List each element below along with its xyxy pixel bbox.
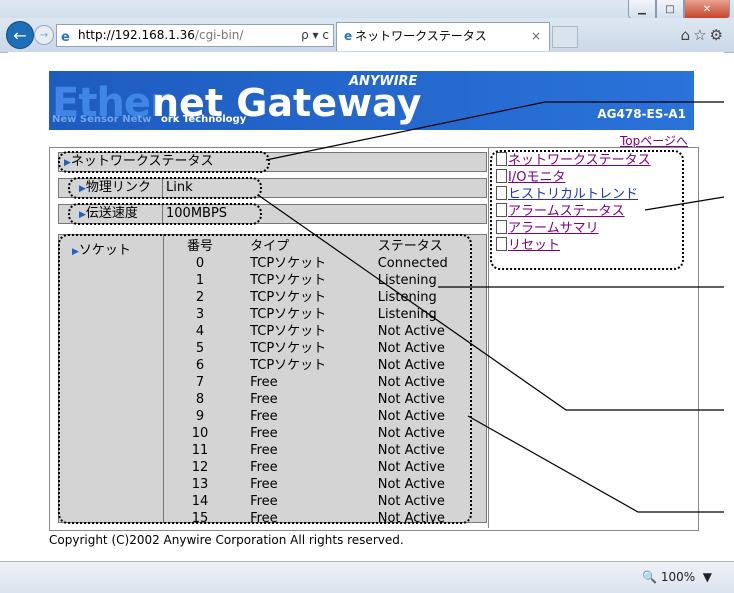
back-arrow-icon: ← xyxy=(13,25,27,45)
minimize-button[interactable]: ▁ xyxy=(628,0,656,19)
zoom-level: 100% xyxy=(660,570,696,584)
toolbar-icons: ⌂☆⚙ xyxy=(681,26,726,44)
callout-lines xyxy=(257,101,724,513)
window-controls: ▁ □ ✕ xyxy=(628,0,730,19)
star-icon[interactable]: ☆ xyxy=(693,26,709,44)
back-button[interactable]: ← xyxy=(6,21,34,49)
status-bar: 🔍 100% ▼ xyxy=(0,561,734,593)
tab-title: ネットワークステータス xyxy=(355,29,487,43)
address-bar[interactable]: e http://192.168.1.36/cgi-bin/ ρ ▾ c xyxy=(56,24,334,47)
forward-button[interactable]: → xyxy=(34,25,54,45)
maximize-button[interactable]: □ xyxy=(656,0,684,19)
callout-line-title xyxy=(265,101,724,161)
callout-line-socket-table xyxy=(467,415,724,513)
new-tab-button[interactable] xyxy=(552,26,578,48)
callout-line-menu xyxy=(644,196,724,211)
zoom-control[interactable]: 🔍 100% ▼ xyxy=(642,570,712,584)
url-path: /cgi-bin/ xyxy=(194,28,244,42)
page-content: Ether net Gateway ANYWIRE New Sensor Net… xyxy=(8,52,724,561)
tab-close-icon[interactable]: × xyxy=(531,23,541,49)
home-icon[interactable]: ⌂ xyxy=(681,26,694,44)
ie-logo-icon: e xyxy=(344,29,353,43)
zoom-dropdown-icon[interactable]: ▼ xyxy=(703,570,712,584)
callout-line-link xyxy=(257,194,724,411)
navigation-bar: ← → e http://192.168.1.36/cgi-bin/ ρ ▾ c … xyxy=(0,18,734,53)
address-controls[interactable]: ρ ▾ c xyxy=(301,25,329,46)
gear-icon[interactable]: ⚙ xyxy=(710,26,726,44)
forward-arrow-icon: → xyxy=(39,29,49,41)
url-host: http://192.168.1.36 xyxy=(78,28,195,42)
close-button[interactable]: ✕ xyxy=(684,0,730,19)
zoom-magnifier-icon: 🔍 xyxy=(642,570,657,584)
browser-tab[interactable]: e ネットワークステータス × xyxy=(336,22,550,51)
ie-logo-icon: e xyxy=(61,30,70,45)
